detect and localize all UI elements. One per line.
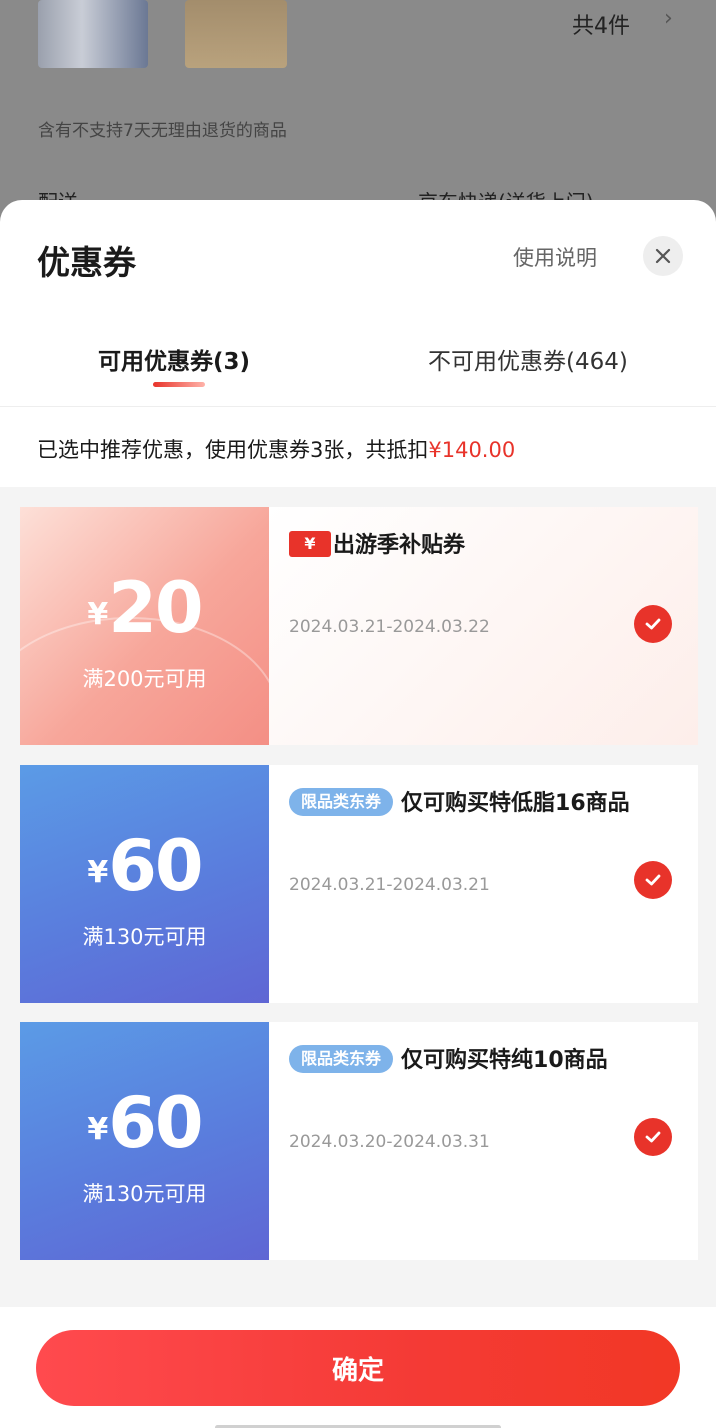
return-policy-note: 含有不支持7天无理由退货的商品 — [38, 121, 287, 141]
coupon-amount: 20 — [108, 567, 203, 649]
coupon-checkbox[interactable] — [634, 605, 672, 643]
coupon-list: ¥20 满200元可用 ¥ 出游季补贴券 2024.03.21-2024.03.2… — [0, 487, 716, 1307]
coupon-value: ¥60 — [20, 1082, 269, 1164]
currency-symbol: ¥ — [87, 597, 109, 632]
sheet-title: 优惠券 — [37, 243, 136, 282]
usage-instructions-link[interactable]: 使用说明 — [513, 242, 597, 272]
coupon-title: ¥ 出游季补贴券 — [289, 529, 649, 563]
coupon-validity-date: 2024.03.20-2024.03.31 — [289, 1132, 490, 1152]
summary-text: 已选中推荐优惠，使用优惠券3张，共抵扣 — [37, 438, 429, 462]
coupon-title-text: 出游季补贴券 — [333, 533, 466, 558]
coupon-value: ¥20 — [20, 567, 269, 649]
coupon-info: ¥ 出游季补贴券 2024.03.21-2024.03.22 — [269, 507, 698, 745]
coupon-value: ¥60 — [20, 825, 269, 907]
check-icon — [645, 874, 661, 886]
coupon-category-tag: 限品类东券 — [289, 1045, 394, 1073]
active-tab-indicator — [153, 382, 205, 387]
coupon-condition: 满130元可用 — [82, 1182, 207, 1206]
item-count: 共4件 — [572, 14, 630, 39]
product-thumbnail — [185, 0, 287, 68]
close-icon — [655, 248, 671, 264]
coupon-tabs: 可用优惠券(3) 不可用优惠券(464) — [0, 330, 716, 406]
chevron-right-icon: › — [664, 6, 673, 31]
coupon-checkbox[interactable] — [634, 1118, 672, 1156]
coupon-validity-date: 2024.03.21-2024.03.22 — [289, 617, 490, 637]
check-icon — [645, 618, 661, 630]
product-thumbnail — [38, 0, 148, 68]
tab-unavailable-coupons[interactable]: 不可用优惠券(464) — [428, 342, 628, 376]
divider — [0, 406, 716, 407]
coupon-info: 限品类东券 仅可购买特低脂16商品 2024.03.21-2024.03.21 — [269, 765, 698, 1003]
coupon-condition: 满130元可用 — [82, 925, 207, 949]
coupon-badge-icon: ¥ — [289, 531, 331, 557]
coupon-title: 限品类东券 仅可购买特低脂16商品 — [289, 787, 649, 821]
currency-symbol: ¥ — [87, 855, 109, 890]
coupon-card[interactable]: ¥20 满200元可用 ¥ 出游季补贴券 2024.03.21-2024.03.2… — [20, 507, 698, 745]
coupon-value-panel: ¥60 满130元可用 — [20, 765, 269, 1003]
confirm-button[interactable]: 确定 — [36, 1330, 680, 1406]
coupon-amount: 60 — [108, 1082, 203, 1164]
coupon-card[interactable]: ¥60 满130元可用 限品类东券 仅可购买特低脂16商品 2024.03.21-… — [20, 765, 698, 1003]
currency-symbol: ¥ — [87, 1112, 109, 1147]
tab-available-coupons[interactable]: 可用优惠券(3) — [98, 342, 250, 376]
summary-amount: ¥140.00 — [428, 438, 516, 462]
coupon-value-panel: ¥60 满130元可用 — [20, 1022, 269, 1260]
sheet-footer: 确定 — [0, 1307, 716, 1428]
coupon-sheet: 优惠券 使用说明 可用优惠券(3) 不可用优惠券(464) 已选中推荐优惠，使用… — [0, 200, 716, 1428]
coupon-title-text: 仅可购买特低脂16商品 — [401, 791, 630, 816]
coupon-amount: 60 — [108, 825, 203, 907]
sheet-header: 优惠券 使用说明 — [0, 200, 716, 310]
close-button[interactable] — [643, 236, 683, 276]
coupon-condition: 满200元可用 — [82, 667, 207, 691]
check-icon — [645, 1131, 661, 1143]
coupon-card[interactable]: ¥60 满130元可用 限品类东券 仅可购买特纯10商品 2024.03.20-2… — [20, 1022, 698, 1260]
coupon-checkbox[interactable] — [634, 861, 672, 899]
coupon-validity-date: 2024.03.21-2024.03.21 — [289, 875, 490, 895]
coupon-value-panel: ¥20 满200元可用 — [20, 507, 269, 745]
discount-summary: 已选中推荐优惠，使用优惠券3张，共抵扣¥140.00 — [37, 434, 515, 464]
coupon-title-text: 仅可购买特纯10商品 — [401, 1048, 608, 1073]
coupon-category-tag: 限品类东券 — [289, 788, 394, 816]
coupon-title: 限品类东券 仅可购买特纯10商品 — [289, 1044, 649, 1078]
coupon-info: 限品类东券 仅可购买特纯10商品 2024.03.20-2024.03.31 — [269, 1022, 698, 1260]
